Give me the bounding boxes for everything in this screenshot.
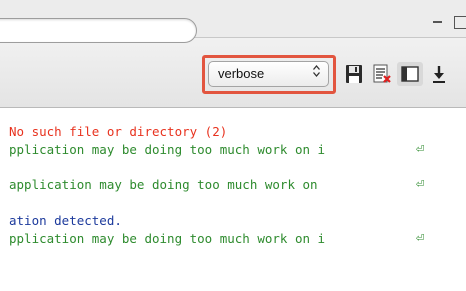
log-line-warning: application may be doing too much work o… bbox=[9, 177, 318, 192]
log-line-warning: pplication may be doing too much work on… bbox=[9, 142, 326, 157]
minimize-icon[interactable] bbox=[433, 21, 442, 23]
log-line-debug: ation detected. bbox=[9, 213, 122, 228]
log-line-error: No such file or directory (2) bbox=[9, 124, 228, 139]
wrap-icon: ⏎ bbox=[416, 230, 425, 246]
save-icon[interactable] bbox=[345, 64, 363, 84]
search-input[interactable] bbox=[0, 18, 197, 43]
clear-log-icon[interactable] bbox=[373, 64, 391, 84]
wrap-icon: ⏎ bbox=[416, 141, 425, 157]
log-line-warning: pplication may be doing too much work on… bbox=[9, 231, 326, 246]
log-level-value: verbose bbox=[218, 66, 265, 81]
log-level-select[interactable]: verbose bbox=[208, 61, 329, 87]
scroll-down-icon[interactable] bbox=[432, 64, 446, 84]
maximize-icon[interactable] bbox=[454, 16, 466, 29]
select-arrows-icon bbox=[313, 62, 320, 86]
layout-toggle-icon[interactable] bbox=[397, 62, 423, 86]
wrap-icon: ⏎ bbox=[416, 176, 425, 192]
log-output: No such file or directory (2) pplication… bbox=[0, 119, 466, 291]
